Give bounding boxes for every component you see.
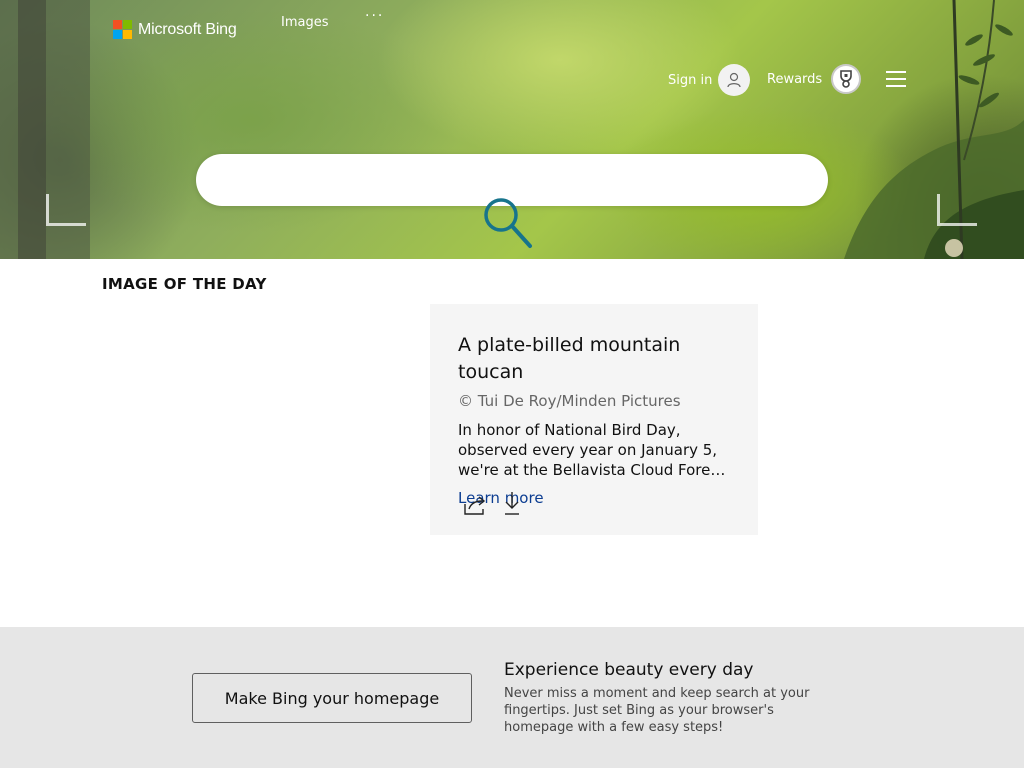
sign-in-button[interactable]: Sign in <box>668 64 751 96</box>
iotd-heading: IMAGE OF THE DAY <box>102 275 267 293</box>
carousel-prev-bracket[interactable] <box>46 194 86 226</box>
banner-title: Experience beauty every day <box>504 660 754 680</box>
hamburger-icon[interactable] <box>886 71 906 87</box>
download-icon[interactable] <box>502 490 522 516</box>
rewards-label: Rewards <box>767 71 823 87</box>
homepage-banner: Make Bing your homepage Experience beaut… <box>0 627 1024 768</box>
trophy-icon <box>831 64 862 94</box>
carousel-next-bracket[interactable] <box>937 194 977 226</box>
bing-logo[interactable]: Microsoft Bing <box>113 20 237 39</box>
hero-foliage-decoration <box>844 0 1024 259</box>
rewards-button[interactable]: Rewards <box>767 64 862 94</box>
person-icon <box>718 64 751 96</box>
banner-subtitle: Never miss a moment and keep search at y… <box>504 686 810 735</box>
microsoft-logo-icon <box>113 20 132 39</box>
search-icon[interactable] <box>479 195 535 251</box>
nav-more-icon[interactable]: ··· <box>365 8 384 24</box>
iotd-credit: © Tui De Roy/Minden Pictures <box>458 392 681 410</box>
make-homepage-button[interactable]: Make Bing your homepage <box>192 673 472 723</box>
sign-in-label: Sign in <box>668 72 713 88</box>
iotd-card: A plate-billed mountain toucan © Tui De … <box>430 304 758 535</box>
brand-text: Microsoft Bing <box>138 20 237 38</box>
share-icon[interactable] <box>463 494 487 516</box>
iotd-title[interactable]: A plate-billed mountain toucan <box>458 332 730 386</box>
iotd-description: In honor of National Bird Day, observed … <box>458 421 725 479</box>
nav-images-link[interactable]: Images <box>281 15 329 30</box>
